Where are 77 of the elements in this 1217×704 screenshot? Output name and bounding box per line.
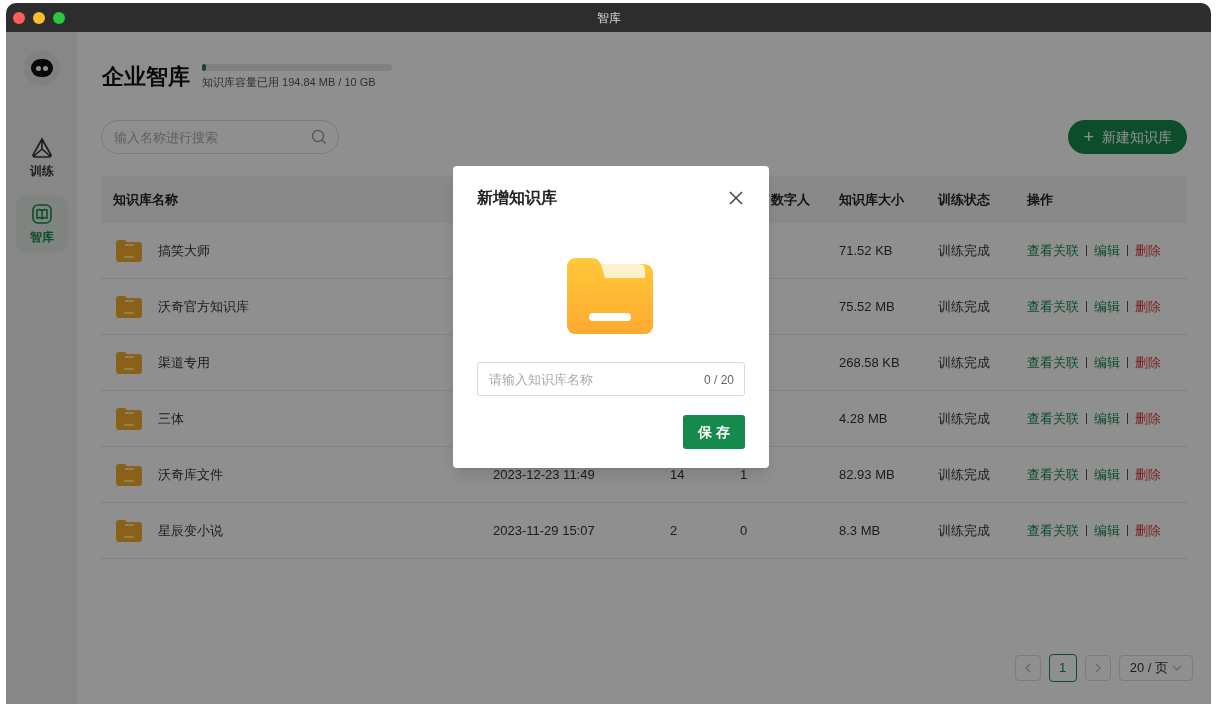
column-header: 数字人 xyxy=(771,190,810,209)
column-header: 知识库名称 xyxy=(113,190,178,209)
table-cell-text: 4.28 MB xyxy=(839,409,889,428)
action-link[interactable]: 删除 xyxy=(1135,352,1161,373)
column-header: 训练状态 xyxy=(938,190,990,209)
action-link[interactable]: 编辑 xyxy=(1094,408,1120,429)
table-cell-text: 训练完成 xyxy=(938,353,991,372)
folder-icon xyxy=(116,239,142,262)
plus-icon: + xyxy=(1083,128,1094,146)
table-cell-text: 0 xyxy=(740,521,749,540)
table-cell-text: 14 xyxy=(670,465,686,484)
folder-icon xyxy=(116,351,142,374)
nav-item[interactable]: 训练 xyxy=(15,130,68,186)
maximize-window-icon[interactable] xyxy=(53,11,65,24)
logo-icon xyxy=(23,50,60,86)
table-cell-text: 2023-12-23 11:49 xyxy=(493,465,596,484)
table-cell-text: 沃奇库文件 xyxy=(158,465,223,484)
chevron-right-icon xyxy=(1093,663,1102,673)
folder-icon xyxy=(116,407,142,430)
action-link[interactable]: 删除 xyxy=(1135,240,1161,261)
folder-icon xyxy=(116,295,142,318)
new-library-button[interactable]: + 新建知识库 xyxy=(1068,120,1187,154)
folder-icon xyxy=(116,463,142,486)
table-cell-text: 渠道专用 xyxy=(158,353,210,372)
table-cell-text: 搞笑大师 xyxy=(158,241,210,260)
search-icon xyxy=(311,129,327,145)
chevron-left-icon xyxy=(1023,663,1032,673)
action-link[interactable]: 删除 xyxy=(1135,296,1161,317)
column-header: 知识库大小 xyxy=(839,190,904,209)
table-cell-text: 268.58 KB xyxy=(839,353,901,372)
action-link[interactable]: 编辑 xyxy=(1094,240,1120,261)
table-cell-text: 1 xyxy=(740,465,749,484)
action-link[interactable]: 编辑 xyxy=(1094,520,1120,541)
action-link[interactable]: 查看关联 xyxy=(1027,296,1079,317)
folder-icon xyxy=(567,258,655,334)
table-cell-text: 71.52 KB xyxy=(839,241,894,260)
chevron-down-icon xyxy=(1172,665,1182,671)
nav-item[interactable]: 智库 xyxy=(15,196,68,252)
table-cell-text: 2023-11-29 15:07 xyxy=(493,521,596,540)
page-size-select[interactable]: 20 / 页 xyxy=(1118,655,1193,681)
action-link[interactable]: 查看关联 xyxy=(1027,464,1079,485)
action-link[interactable]: 查看关联 xyxy=(1027,240,1079,261)
table-cell-text: 训练完成 xyxy=(938,465,991,484)
action-link[interactable]: 编辑 xyxy=(1094,352,1120,373)
action-link[interactable]: 删除 xyxy=(1135,464,1161,485)
table-cell-text: 训练完成 xyxy=(938,297,991,316)
table-cell-text: 2 xyxy=(670,521,679,540)
table-cell-text: 82.93 MB xyxy=(839,465,896,484)
table-cell-text: 星辰变小说 xyxy=(158,521,223,540)
close-window-icon[interactable] xyxy=(13,11,25,24)
table-cell-text: 训练完成 xyxy=(938,241,991,260)
table-cell-text: 三体 xyxy=(158,409,184,428)
close-icon[interactable] xyxy=(727,189,745,207)
page-button[interactable]: 1 xyxy=(1048,654,1077,682)
minimize-window-icon[interactable] xyxy=(33,11,45,24)
folder-icon xyxy=(116,519,142,542)
table-cell-text: 训练完成 xyxy=(938,521,991,540)
book-icon xyxy=(30,202,53,225)
action-link[interactable]: 查看关联 xyxy=(1027,520,1079,541)
save-button[interactable]: 保 存 xyxy=(683,415,745,449)
action-link[interactable]: 编辑 xyxy=(1094,464,1120,485)
storage-text: 知识库容量已用 194.84 MB / 10 GB xyxy=(202,74,377,90)
table-cell-text: 8.3 MB xyxy=(839,521,882,540)
triangle-icon xyxy=(30,136,53,159)
character-counter: 0 / 20 xyxy=(703,372,734,389)
page-title: 企业智库 xyxy=(102,63,190,91)
action-link[interactable]: 删除 xyxy=(1135,408,1161,429)
action-link[interactable]: 查看关联 xyxy=(1027,408,1079,429)
column-header: 操作 xyxy=(1027,190,1053,209)
window-title: 智库 xyxy=(596,9,621,27)
table-cell-text: 沃奇官方知识库 xyxy=(158,297,249,316)
table-cell-text: 训练完成 xyxy=(938,409,991,428)
action-link[interactable]: 编辑 xyxy=(1094,296,1120,317)
action-link[interactable]: 删除 xyxy=(1135,520,1161,541)
dialog-title: 新增知识库 xyxy=(477,188,557,208)
table-cell-text: 75.52 MB xyxy=(839,297,896,316)
action-link[interactable]: 查看关联 xyxy=(1027,352,1079,373)
